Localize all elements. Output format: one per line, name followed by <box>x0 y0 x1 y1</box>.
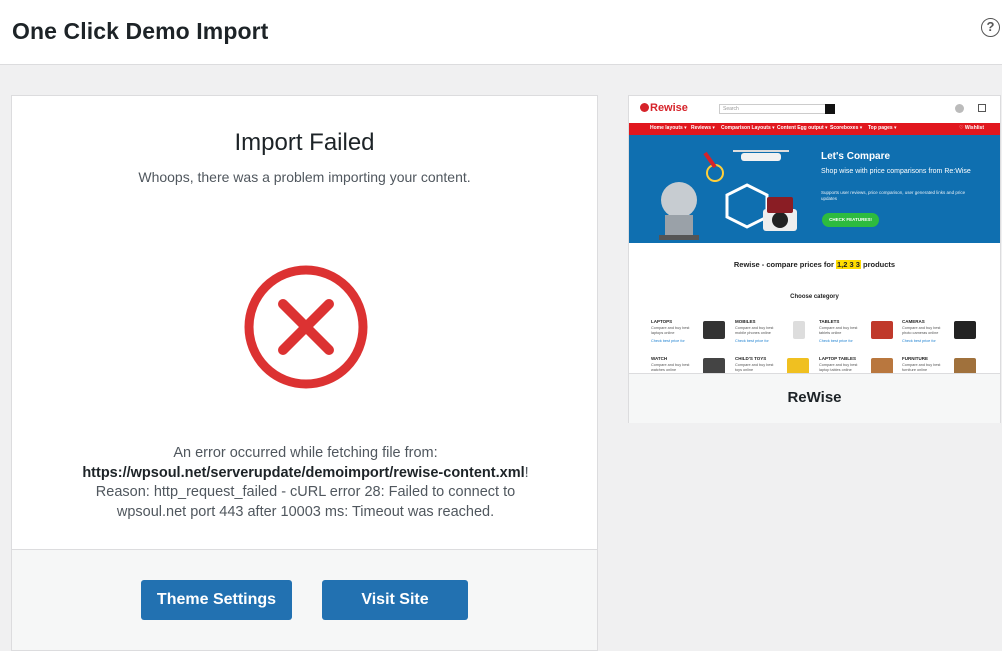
category-name: LAPTOPS <box>651 319 673 324</box>
preview-nav-item: Comparison Layouts ▾ <box>721 125 775 131</box>
laptop-table-icon <box>871 358 893 373</box>
top-header: One Click Demo Import ? <box>0 0 1002 65</box>
laptop-icon <box>703 321 725 339</box>
category-desc: Compare and buy best mobile phones onlin… <box>735 326 774 335</box>
category-desc: Compare and buy best tablets online <box>819 326 858 335</box>
demo-preview-image: Rewise Search Home layouts ▾ Reviews ▾ C… <box>629 96 1000 373</box>
cart-icon <box>978 104 986 112</box>
preview-search: Search <box>719 104 835 114</box>
preview-category: TABLETS Compare and buy best tablets onl… <box>819 319 901 351</box>
preview-compare-text: Rewise - compare prices for 1,2 3 3 prod… <box>629 260 1000 269</box>
category-desc: Compare and buy best furniture online <box>902 363 941 372</box>
tablet-icon <box>871 321 893 339</box>
category-name: MOBILES <box>735 319 756 324</box>
error-x-circle-icon <box>244 265 368 389</box>
preview-nav-item: Content Egg output ▾ <box>777 125 828 131</box>
preview-category: LAPTOPS Compare and buy best laptops onl… <box>651 319 733 351</box>
category-link: Check best price for <box>819 339 853 343</box>
preview-compare-suffix: products <box>860 260 896 269</box>
toy-icon <box>787 358 809 373</box>
furniture-icon <box>954 358 976 373</box>
preview-category: LAPTOP TABLES Compare and buy best lapto… <box>819 356 901 373</box>
page-title: One Click Demo Import <box>12 18 269 44</box>
error-reason-line1: Reason: http_request_failed - cURL error… <box>95 484 516 500</box>
preview-logo: Rewise <box>650 102 688 114</box>
category-desc: Compare and buy best photo cameras onlin… <box>902 326 941 335</box>
category-desc: Compare and buy best laptop tables onlin… <box>819 363 858 372</box>
preview-nav: Home layouts ▾ Reviews ▾ Comparison Layo… <box>629 123 1000 135</box>
result-title: Import Failed <box>234 129 375 156</box>
import-result-panel: Import Failed Whoops, there was a proble… <box>11 95 598 651</box>
visit-site-button[interactable]: Visit Site <box>322 580 468 620</box>
preview-nav-item: Reviews ▾ <box>691 125 715 131</box>
category-name: LAPTOP TABLES <box>819 356 857 361</box>
preview-hero-text: Supports user reviews, price comparison,… <box>821 190 966 201</box>
product-illustration <box>659 150 797 240</box>
error-url: https://wpsoul.net/serverupdate/demoimpo… <box>82 464 525 481</box>
category-name: CAMERAS <box>902 319 925 324</box>
preview-category: WATCH Compare and buy best watches onlin… <box>651 356 733 373</box>
category-name: TABLETS <box>819 319 840 324</box>
preview-hero-title: Let's Compare <box>821 151 891 162</box>
preview-category: MOBILES Compare and buy best mobile phon… <box>735 319 817 351</box>
demo-card[interactable]: Rewise Search Home layouts ▾ Reviews ▾ C… <box>628 95 1001 423</box>
category-name: WATCH <box>651 356 668 361</box>
watch-icon <box>703 358 725 373</box>
camera-icon <box>954 321 976 339</box>
preview-category: CHILD'S TOYS Compare and buy best toys o… <box>735 356 817 373</box>
preview-hero-button: CHECK FEATURES! <box>822 213 879 227</box>
user-icon <box>955 104 964 113</box>
category-desc: Compare and buy best toys online <box>735 363 774 372</box>
preview-category: FURNITURE Compare and buy best furniture… <box>902 356 984 373</box>
preview-category-title: Choose category <box>790 294 839 300</box>
theme-settings-button[interactable]: Theme Settings <box>141 580 292 620</box>
preview-hero-subtitle: Shop wise with price comparisons from Re… <box>821 168 971 175</box>
actions-footer: Theme Settings Visit Site <box>12 549 597 650</box>
error-message: An error occurred while fetching file fr… <box>32 444 579 522</box>
preview-category: CAMERAS Compare and buy best photo camer… <box>902 319 984 351</box>
mobile-icon <box>793 321 805 339</box>
demo-name[interactable]: ReWise <box>629 373 1000 423</box>
preview-compare-prefix: Rewise - compare prices for <box>733 260 836 269</box>
error-reason-line2: wpsoul.net port 443 after 10003 ms: Time… <box>116 503 495 520</box>
category-link: Check best price for <box>735 339 769 343</box>
search-icon <box>825 104 835 114</box>
preview-nav-item: ♡ Wishlist <box>959 125 984 131</box>
preview-nav-item: Scoreboxes ▾ <box>830 125 863 131</box>
error-url-suffix: ! <box>524 464 529 481</box>
result-subtitle: Whoops, there was a problem importing yo… <box>138 169 471 185</box>
category-name: FURNITURE <box>902 356 928 361</box>
preview-hero: Let's Compare Shop wise with price compa… <box>629 135 1000 243</box>
question-circle-icon[interactable]: ? <box>981 18 1000 37</box>
category-link: Check best price for <box>902 339 936 343</box>
error-message-prefix: An error occurred while fetching file fr… <box>173 445 438 461</box>
preview-compare-count: 1,2 3 3 <box>836 260 861 269</box>
category-link: Check best price for <box>651 339 685 343</box>
preview-nav-item: Home layouts ▾ <box>650 125 687 131</box>
category-desc: Compare and buy best watches online <box>651 363 690 372</box>
preview-nav-item: Top pages ▾ <box>868 125 897 131</box>
logo-mark-icon <box>640 103 649 112</box>
category-desc: Compare and buy best laptops online <box>651 326 690 335</box>
category-name: CHILD'S TOYS <box>735 356 767 361</box>
